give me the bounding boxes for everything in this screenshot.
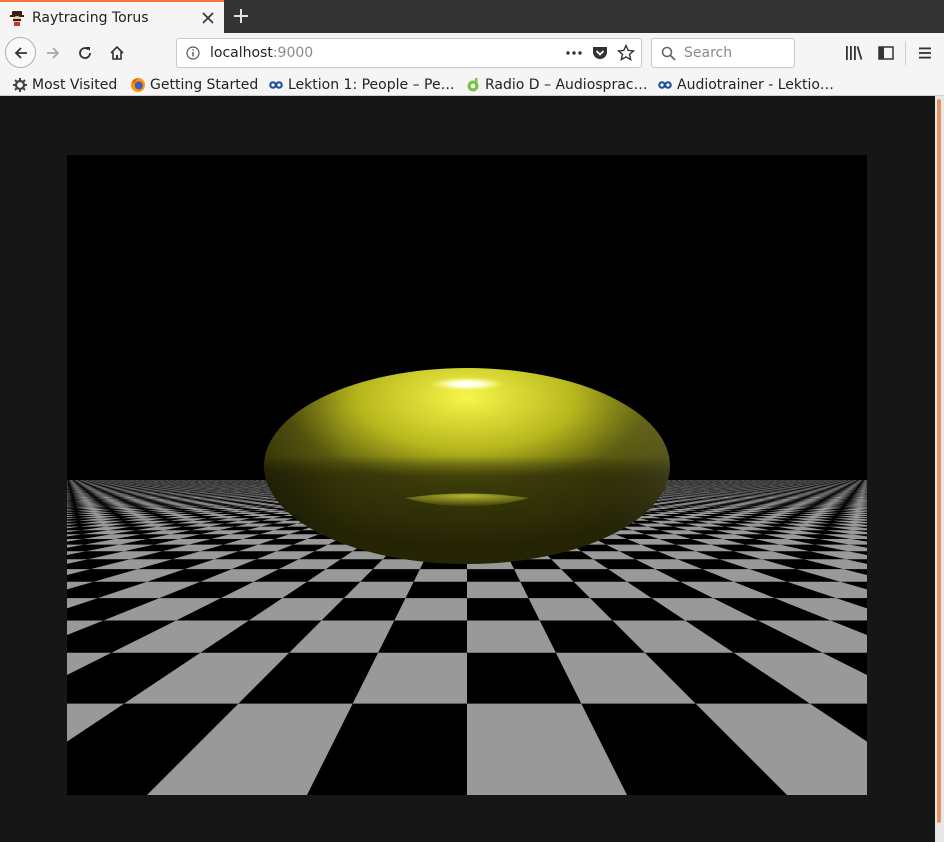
tab-raytracing-torus[interactable]: Raytracing Torus [0, 0, 224, 33]
url-host: localhost [210, 45, 273, 61]
sidebar-icon [878, 46, 894, 60]
tab-strip: Raytracing Torus [0, 0, 944, 33]
url-bar[interactable]: localhost:9000 [176, 38, 642, 68]
library-button[interactable] [843, 43, 865, 63]
bookmark-label: Most Visited [32, 76, 118, 93]
home-icon [110, 45, 124, 60]
close-tab-icon[interactable] [198, 8, 218, 28]
bookmark-audiotrainer[interactable]: Audiotrainer - Lektio… [657, 75, 834, 94]
bookmark-radio-d[interactable]: Radio D – Audiosprac… [465, 75, 647, 94]
reload-button[interactable] [75, 43, 95, 63]
navigation-toolbar: localhost:9000 [0, 33, 944, 74]
page-content [0, 96, 944, 842]
firefox-icon [131, 77, 145, 92]
new-tab-button[interactable] [229, 4, 253, 28]
spy-favicon-icon [10, 10, 24, 26]
scrollbar-thumb[interactable] [937, 99, 941, 823]
search-box[interactable] [651, 38, 795, 68]
back-arrow-icon [14, 46, 27, 59]
home-button[interactable] [107, 43, 127, 63]
bookmarks-toolbar: Most Visited Getting Started Lektion 1: … [0, 74, 944, 96]
search-input[interactable] [682, 44, 786, 62]
more-dots-icon [566, 51, 582, 55]
dw-icon [269, 80, 283, 89]
bookmark-lektion-1[interactable]: Lektion 1: People – Pe… [268, 75, 455, 94]
bookmark-getting-started[interactable]: Getting Started [130, 75, 258, 94]
pocket-button[interactable] [592, 45, 608, 61]
back-button[interactable] [5, 37, 36, 68]
bookmark-label: Radio D – Audiosprac… [485, 76, 648, 93]
reload-icon [79, 47, 91, 59]
gear-icon [13, 77, 27, 92]
bookmark-label: Audiotrainer - Lektio… [677, 76, 834, 93]
forward-arrow-icon [47, 47, 60, 59]
pocket-icon [593, 47, 607, 59]
sidebar-button[interactable] [875, 43, 897, 63]
bookmark-label: Getting Started [150, 76, 259, 93]
menu-button[interactable] [914, 43, 936, 63]
url-text[interactable]: localhost:9000 [210, 45, 566, 61]
plus-icon [234, 9, 248, 23]
url-port: :9000 [272, 45, 314, 61]
raytracing-canvas[interactable] [67, 155, 867, 795]
dw-icon [658, 80, 672, 89]
hamburger-menu-icon [919, 47, 931, 59]
info-icon[interactable] [186, 46, 200, 60]
bookmark-label: Lektion 1: People – Pe… [288, 76, 455, 93]
bookmark-most-visited[interactable]: Most Visited [12, 75, 117, 94]
tab-title: Raytracing Torus [32, 9, 149, 26]
library-icon [846, 46, 863, 60]
vertical-scrollbar[interactable] [935, 96, 944, 842]
torus [264, 368, 670, 564]
radio-d-icon [467, 77, 479, 91]
page-actions-button[interactable] [566, 50, 582, 56]
toolbar-divider [905, 41, 906, 65]
forward-button[interactable] [43, 43, 63, 63]
star-icon [617, 44, 635, 62]
bookmark-star-button[interactable] [617, 44, 635, 62]
search-icon [661, 46, 676, 61]
